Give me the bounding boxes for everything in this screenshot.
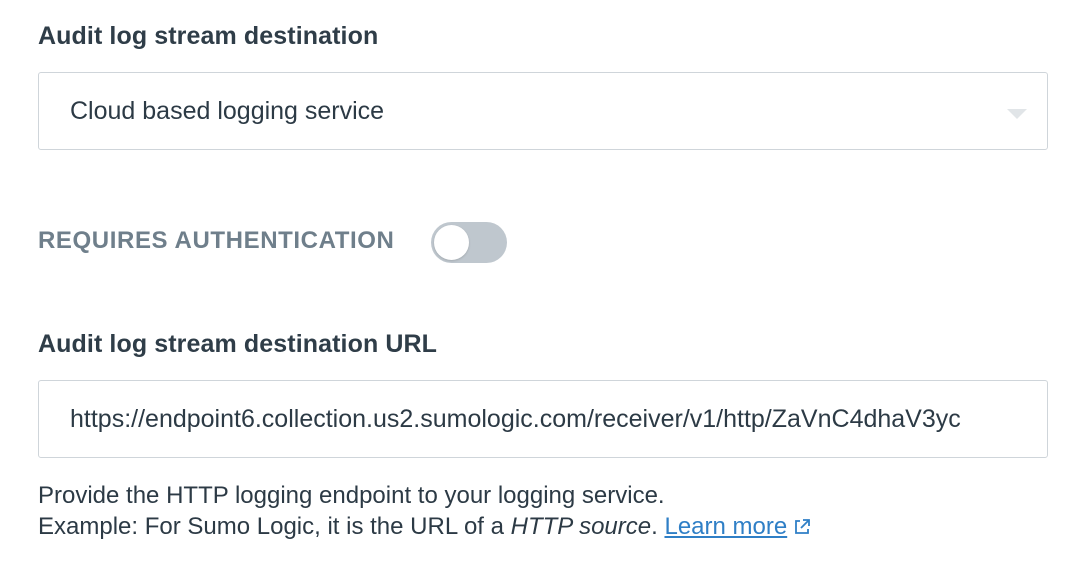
help-text-prefix: Example: For Sumo Logic, it is the URL o… — [38, 513, 511, 540]
destination-select[interactable]: Cloud based logging service — [38, 72, 1048, 150]
destination-selected-value: Cloud based logging service — [70, 97, 385, 125]
help-text-line1: Provide the HTTP logging endpoint to you… — [38, 482, 665, 509]
destination-label: Audit log stream destination — [38, 22, 379, 50]
url-label: Audit log stream destination URL — [38, 330, 438, 358]
url-field-container — [38, 380, 1048, 458]
chevron-down-icon — [1007, 109, 1027, 119]
help-text-suffix: . — [651, 513, 665, 540]
requires-authentication-label: REQUIRES AUTHENTICATION — [38, 227, 395, 254]
help-text-line2: Example: For Sumo Logic, it is the URL o… — [38, 513, 811, 541]
requires-authentication-toggle[interactable] — [431, 222, 507, 263]
url-input[interactable] — [70, 381, 1020, 457]
learn-more-link[interactable]: Learn more — [664, 513, 811, 540]
learn-more-label: Learn more — [664, 513, 788, 540]
toggle-knob — [434, 225, 469, 260]
http-source-emphasis: HTTP source — [510, 513, 652, 540]
external-link-icon — [795, 519, 811, 534]
